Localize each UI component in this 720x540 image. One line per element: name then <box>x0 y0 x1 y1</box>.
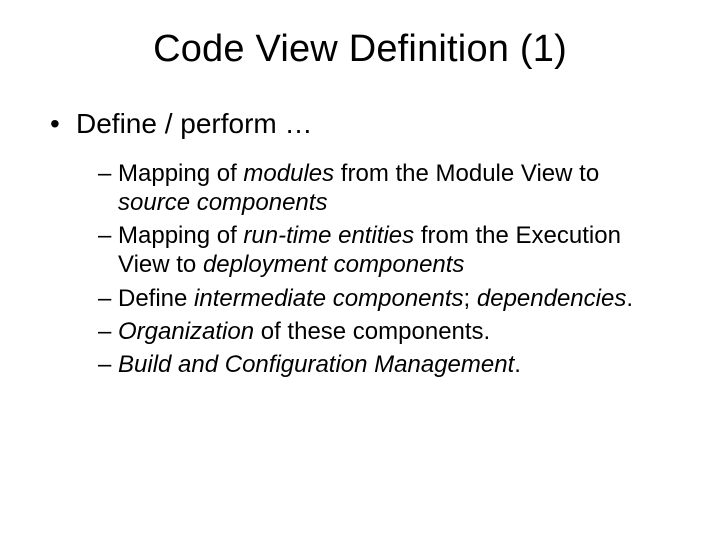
list-item: – Define intermediate components; depend… <box>98 284 670 313</box>
list-item: – Mapping of modules from the Module Vie… <box>98 159 670 218</box>
list-item-text: Define / perform … <box>76 107 313 141</box>
text-run: from the Module View to <box>334 160 599 187</box>
sub-list: – Mapping of modules from the Module Vie… <box>50 159 670 380</box>
dash-icon: – <box>98 221 118 250</box>
italic-run: deployment components <box>203 251 465 278</box>
text-run: . <box>626 285 633 312</box>
list-item-text: Define intermediate components; dependen… <box>118 284 633 313</box>
dash-icon: – <box>98 317 118 346</box>
italic-run: source components <box>118 189 327 216</box>
italic-run: modules <box>243 160 334 187</box>
bullet-icon: • <box>50 107 76 141</box>
dash-icon: – <box>98 159 118 188</box>
italic-run: Organization <box>118 318 254 345</box>
text-run: ; <box>464 285 477 312</box>
list-item-text: Mapping of run-time entities from the Ex… <box>118 221 638 280</box>
text-run: Mapping of <box>118 160 243 187</box>
list-item-text: Build and Configuration Management. <box>118 350 521 379</box>
dash-icon: – <box>98 284 118 313</box>
text-run: Define <box>118 285 194 312</box>
list-item-text: Organization of these components. <box>118 317 490 346</box>
italic-run: Build and Configuration Management <box>118 351 514 378</box>
text-run: Mapping of <box>118 222 243 249</box>
slide-body: • Define / perform … – Mapping of module… <box>0 71 720 379</box>
list-item: – Organization of these components. <box>98 317 670 346</box>
italic-run: intermediate components <box>194 285 463 312</box>
list-item: – Mapping of run-time entities from the … <box>98 221 670 280</box>
list-item-text: Mapping of modules from the Module View … <box>118 159 638 218</box>
slide-title: Code View Definition (1) <box>0 0 720 71</box>
text-run: . <box>514 351 521 378</box>
text-run: of these components. <box>254 318 490 345</box>
list-item: • Define / perform … <box>50 107 670 141</box>
list-item: – Build and Configuration Management. <box>98 350 670 379</box>
italic-run: dependencies <box>477 285 626 312</box>
dash-icon: – <box>98 350 118 379</box>
slide: Code View Definition (1) • Define / perf… <box>0 0 720 540</box>
italic-run: run-time entities <box>243 222 414 249</box>
